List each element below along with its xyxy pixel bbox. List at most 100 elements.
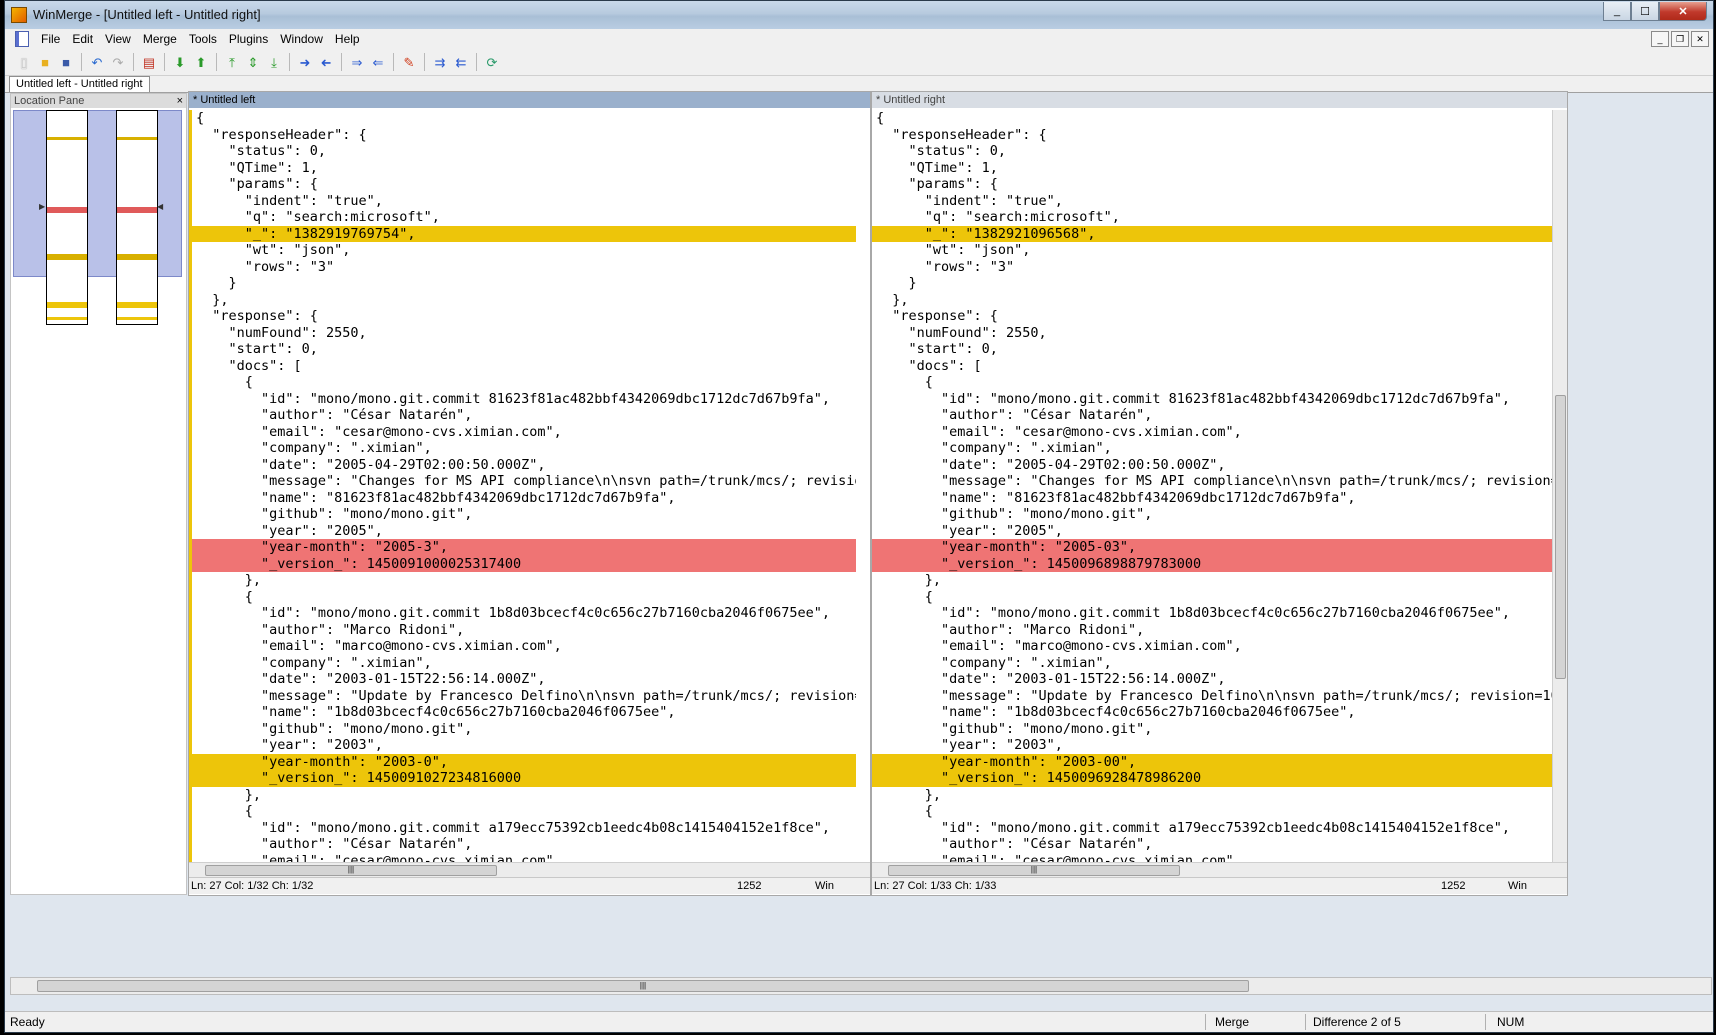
code-line[interactable]: "numFound": 2550, [872,325,1553,342]
code-line[interactable]: "author": "Marco Ridoni", [872,622,1553,639]
mdi-minimize-button[interactable]: _ [1651,31,1669,47]
code-line[interactable]: "company": ".ximian", [192,440,856,457]
minimize-button[interactable]: _ [1603,2,1631,21]
code-line[interactable]: { [872,110,1553,127]
code-line[interactable]: "author": "César Natarén", [872,836,1553,853]
code-line[interactable]: "wt": "json", [872,242,1553,259]
code-line[interactable]: "_version_": 1450096898879783000 [872,555,1553,572]
all-left-icon[interactable]: ⇇ [452,53,470,71]
code-line[interactable]: }, [872,292,1553,309]
left-horizontal-scrollbar[interactable]: ||| [189,862,870,877]
code-line[interactable]: "id": "mono/mono.git.commit 1b8d03bcecf4… [192,605,856,622]
refresh-icon[interactable]: ⟳ [483,53,501,71]
code-line[interactable]: "year": "2005", [872,523,1553,540]
code-line[interactable]: "responseHeader": { [872,127,1553,144]
code-line[interactable]: "_": "1382921096568", [872,225,1553,242]
code-line[interactable]: "docs": [ [192,358,856,375]
code-line[interactable]: "author": "Marco Ridoni", [192,622,856,639]
code-line[interactable]: } [872,275,1553,292]
code-line[interactable]: "name": "81623f81ac482bbf4342069dbc1712d… [872,490,1553,507]
menu-file[interactable]: File [35,29,66,49]
menu-plugins[interactable]: Plugins [223,29,274,49]
redo-icon[interactable]: ↷ [109,53,127,71]
code-line[interactable]: "indent": "true", [192,193,856,210]
open-icon[interactable]: ■ [36,53,54,71]
code-line[interactable]: "response": { [192,308,856,325]
tab-untitled-compare[interactable]: Untitled left - Untitled right [9,76,150,92]
scroll-thumb[interactable]: ||| [888,865,1180,876]
code-line[interactable]: "message": "Changes for MS API complianc… [872,473,1553,490]
maximize-button[interactable]: ☐ [1631,2,1659,21]
document-icon[interactable] [15,31,29,47]
code-line[interactable]: "github": "mono/mono.git", [192,721,856,738]
code-line[interactable]: "github": "mono/mono.git", [192,506,856,523]
menu-view[interactable]: View [99,29,137,49]
new-icon[interactable]: ▯ [15,53,33,71]
mdi-restore-button[interactable]: ❐ [1671,31,1689,47]
code-line[interactable]: "message": "Update by Francesco Delfino\… [872,688,1553,705]
code-line[interactable]: { [872,803,1553,820]
code-line[interactable]: "params": { [192,176,856,193]
menu-help[interactable]: Help [329,29,366,49]
menu-window[interactable]: Window [274,29,329,49]
code-line[interactable]: "q": "search:microsoft", [872,209,1553,226]
bottom-scrollbar[interactable]: ||| [10,977,1712,995]
code-line[interactable]: "QTime": 1, [192,160,856,177]
edit-icon[interactable]: ✎ [400,53,418,71]
code-line[interactable]: "response": { [872,308,1553,325]
code-line[interactable]: "year-month": "2005-03", [872,539,1553,556]
save-icon[interactable]: ■ [57,53,75,71]
code-line[interactable]: "github": "mono/mono.git", [872,506,1553,523]
scroll-thumb[interactable]: ||| [37,980,1249,992]
code-line[interactable]: "id": "mono/mono.git.commit 81623f81ac48… [192,391,856,408]
code-line[interactable]: { [192,589,856,606]
code-line[interactable]: }, [192,787,856,804]
code-line[interactable]: "message": "Update by Francesco Delfino\… [192,688,856,705]
code-line[interactable]: "q": "search:microsoft", [192,209,856,226]
code-line[interactable]: "name": "1b8d03bcecf4c0c656c27b7160cba20… [872,704,1553,721]
code-line[interactable]: "date": "2003-01-15T22:56:14.000Z", [872,671,1553,688]
code-line[interactable]: "id": "mono/mono.git.commit 81623f81ac48… [872,391,1553,408]
code-line[interactable]: "github": "mono/mono.git", [872,721,1553,738]
code-line[interactable]: "id": "mono/mono.git.commit a179ecc75392… [872,820,1553,837]
menu-tools[interactable]: Tools [183,29,223,49]
current-diff-icon[interactable]: ⇕ [244,53,262,71]
code-line[interactable]: { [872,374,1553,391]
code-line[interactable]: "email": "cesar@mono-cvs.ximian.com", [192,853,856,863]
code-line[interactable]: "responseHeader": { [192,127,856,144]
code-line[interactable]: "_version_": 1450096928478986200 [872,770,1553,787]
code-line[interactable]: "author": "César Natarén", [192,836,856,853]
code-line[interactable]: "_version_": 1450091027234816000 [192,770,856,787]
vertical-scrollbar[interactable] [1552,110,1567,862]
code-line[interactable]: "rows": "3" [872,259,1553,276]
scroll-thumb[interactable]: ||| [205,865,497,876]
code-line[interactable]: }, [192,572,856,589]
code-line[interactable]: "year": "2003", [872,737,1553,754]
code-line[interactable]: { [872,589,1553,606]
code-line[interactable]: "name": "1b8d03bcecf4c0c656c27b7160cba20… [192,704,856,721]
code-line[interactable]: "name": "81623f81ac482bbf4342069dbc1712d… [192,490,856,507]
location-pane-close-icon[interactable]: × [177,94,183,108]
code-line[interactable]: "year": "2005", [192,523,856,540]
code-line[interactable]: "_version_": 1450091000025317400 [192,555,856,572]
code-line[interactable]: "year-month": "2005-3", [192,539,856,556]
code-line[interactable]: }, [872,787,1553,804]
code-line[interactable]: "message": "Changes for MS API complianc… [192,473,856,490]
code-line[interactable]: "email": "cesar@mono-cvs.ximian.com", [872,424,1553,441]
code-line[interactable]: "company": ".ximian", [192,655,856,672]
code-line[interactable]: "email": "cesar@mono-cvs.ximian.com", [872,853,1553,863]
location-bar-left[interactable] [46,110,88,325]
menu-merge[interactable]: Merge [137,29,183,49]
code-line[interactable]: "status": 0, [192,143,856,160]
options-icon[interactable]: ▤ [140,53,158,71]
location-bar-right[interactable] [116,110,158,325]
code-line[interactable]: "numFound": 2550, [192,325,856,342]
code-line[interactable]: "rows": "3" [192,259,856,276]
code-line[interactable]: "company": ".ximian", [872,655,1553,672]
code-line[interactable]: "indent": "true", [872,193,1553,210]
next-diff-icon[interactable]: ⬇ [171,53,189,71]
code-line[interactable]: "date": "2003-01-15T22:56:14.000Z", [192,671,856,688]
code-line[interactable]: "year-month": "2003-0", [192,753,856,770]
code-line[interactable]: "id": "mono/mono.git.commit 1b8d03bcecf4… [872,605,1553,622]
all-right-icon[interactable]: ⇉ [431,53,449,71]
